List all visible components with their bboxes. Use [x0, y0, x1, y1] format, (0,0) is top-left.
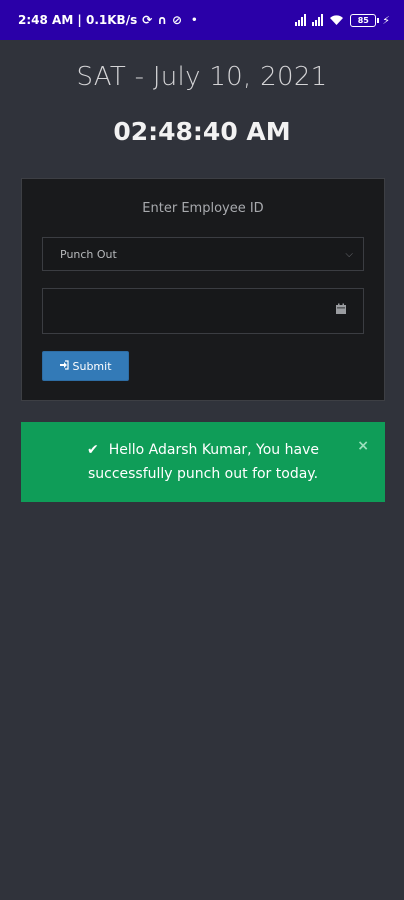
- date-display: SAT - July 10, 2021: [76, 62, 328, 92]
- submit-button[interactable]: Submit: [42, 351, 129, 381]
- wifi-icon: [329, 11, 344, 30]
- headset-icon: ∩: [157, 13, 168, 27]
- block-icon: ⊘: [172, 13, 183, 27]
- status-time-speed: 2:48 AM | 0.1KB/s: [18, 13, 138, 27]
- alert-message-wrap: ✔ Hello Adarsh Kumar, You have successful…: [51, 438, 355, 486]
- dot-icon: •: [191, 14, 198, 26]
- form-title: Enter Employee ID: [142, 201, 264, 216]
- battery-icon: 85: [350, 13, 380, 27]
- status-right: 85 ⚡: [295, 11, 390, 30]
- bolt-icon: ⚡: [382, 13, 390, 27]
- punch-type-select[interactable]: Punch Out ⌵: [42, 237, 364, 271]
- status-left: 2:48 AM | 0.1KB/s ⟳ ∩ ⊘ •: [18, 13, 198, 27]
- close-icon[interactable]: ×: [357, 438, 369, 454]
- sync-icon: ⟳: [142, 13, 153, 27]
- alert-message: Hello Adarsh Kumar, You have successfull…: [87, 442, 319, 482]
- signal-icon: [312, 14, 324, 26]
- battery-level: 85: [357, 15, 369, 25]
- submit-label: Submit: [72, 359, 112, 373]
- date-input[interactable]: [42, 288, 364, 334]
- sign-in-icon: [59, 359, 70, 373]
- clock-display: 02:48:40 AM: [113, 117, 291, 146]
- punch-type-value: Punch Out: [60, 247, 117, 261]
- punch-form-card: Enter Employee ID Punch Out ⌵ Submit: [21, 178, 385, 401]
- status-bar: 2:48 AM | 0.1KB/s ⟳ ∩ ⊘ • 85 ⚡: [0, 0, 404, 40]
- check-icon: ✔: [86, 442, 99, 458]
- chevron-down-icon: ⌵: [345, 248, 353, 260]
- calendar-icon[interactable]: [335, 300, 347, 314]
- signal-icon: [295, 14, 307, 26]
- success-alert: ✔ Hello Adarsh Kumar, You have successful…: [21, 422, 385, 502]
